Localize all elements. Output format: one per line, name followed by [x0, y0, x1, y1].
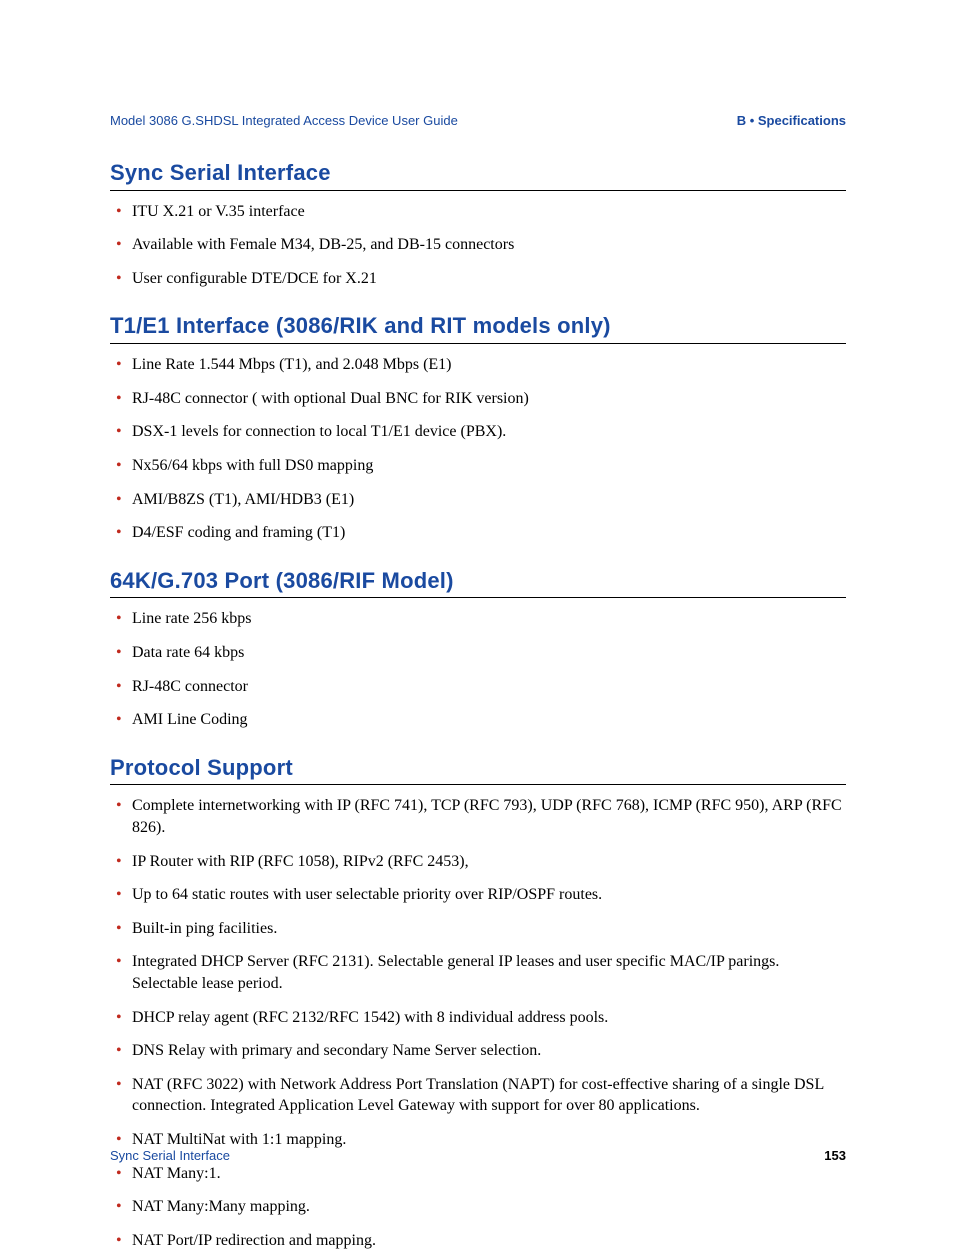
list-item: Built-in ping facilities.	[110, 918, 846, 940]
list-item: D4/ESF coding and framing (T1)	[110, 522, 846, 544]
list-item: DHCP relay agent (RFC 2132/RFC 1542) wit…	[110, 1007, 846, 1029]
bullet-list: ITU X.21 or V.35 interface Available wit…	[110, 201, 846, 290]
list-item: AMI/B8ZS (T1), AMI/HDB3 (E1)	[110, 489, 846, 511]
list-item: RJ-48C connector	[110, 676, 846, 698]
list-item: Line Rate 1.544 Mbps (T1), and 2.048 Mbp…	[110, 354, 846, 376]
page-number: 153	[824, 1147, 846, 1165]
list-item: ITU X.21 or V.35 interface	[110, 201, 846, 223]
list-item: NAT (RFC 3022) with Network Address Port…	[110, 1074, 846, 1117]
list-item: Integrated DHCP Server (RFC 2131). Selec…	[110, 951, 846, 994]
bullet-list: Line Rate 1.544 Mbps (T1), and 2.048 Mbp…	[110, 354, 846, 544]
list-item: Line rate 256 kbps	[110, 608, 846, 630]
list-item: Available with Female M34, DB-25, and DB…	[110, 234, 846, 256]
list-item: Up to 64 static routes with user selecta…	[110, 884, 846, 906]
running-header: Model 3086 G.SHDSL Integrated Access Dev…	[110, 112, 846, 130]
list-item: IP Router with RIP (RFC 1058), RIPv2 (RF…	[110, 851, 846, 873]
page: Model 3086 G.SHDSL Integrated Access Dev…	[0, 0, 954, 1235]
list-item: DSX-1 levels for connection to local T1/…	[110, 421, 846, 443]
doc-title: Model 3086 G.SHDSL Integrated Access Dev…	[110, 112, 458, 130]
list-item: Complete internetworking with IP (RFC 74…	[110, 795, 846, 838]
section-heading: Sync Serial Interface	[110, 158, 846, 191]
bullet-list: Line rate 256 kbps Data rate 64 kbps RJ-…	[110, 608, 846, 730]
list-item: Data rate 64 kbps	[110, 642, 846, 664]
chapter-label: B • Specifications	[737, 112, 846, 130]
list-item: AMI Line Coding	[110, 709, 846, 731]
list-item: NAT Many:Many mapping.	[110, 1196, 846, 1218]
page-footer: Sync Serial Interface 153	[110, 1147, 846, 1165]
list-item: User configurable DTE/DCE for X.21	[110, 268, 846, 290]
list-item: DNS Relay with primary and secondary Nam…	[110, 1040, 846, 1062]
list-item: Nx56/64 kbps with full DS0 mapping	[110, 455, 846, 477]
content-area: Sync Serial Interface ITU X.21 or V.35 i…	[110, 158, 846, 1251]
list-item: RJ-48C connector ( with optional Dual BN…	[110, 388, 846, 410]
section-heading: T1/E1 Interface (3086/RIK and RIT models…	[110, 311, 846, 344]
bullet-list: Complete internetworking with IP (RFC 74…	[110, 795, 846, 1251]
list-item: NAT Many:1.	[110, 1163, 846, 1185]
list-item: NAT Port/IP redirection and mapping.	[110, 1230, 846, 1251]
footer-section-name: Sync Serial Interface	[110, 1147, 230, 1165]
section-heading: Protocol Support	[110, 753, 846, 786]
section-heading: 64K/G.703 Port (3086/RIF Model)	[110, 566, 846, 599]
